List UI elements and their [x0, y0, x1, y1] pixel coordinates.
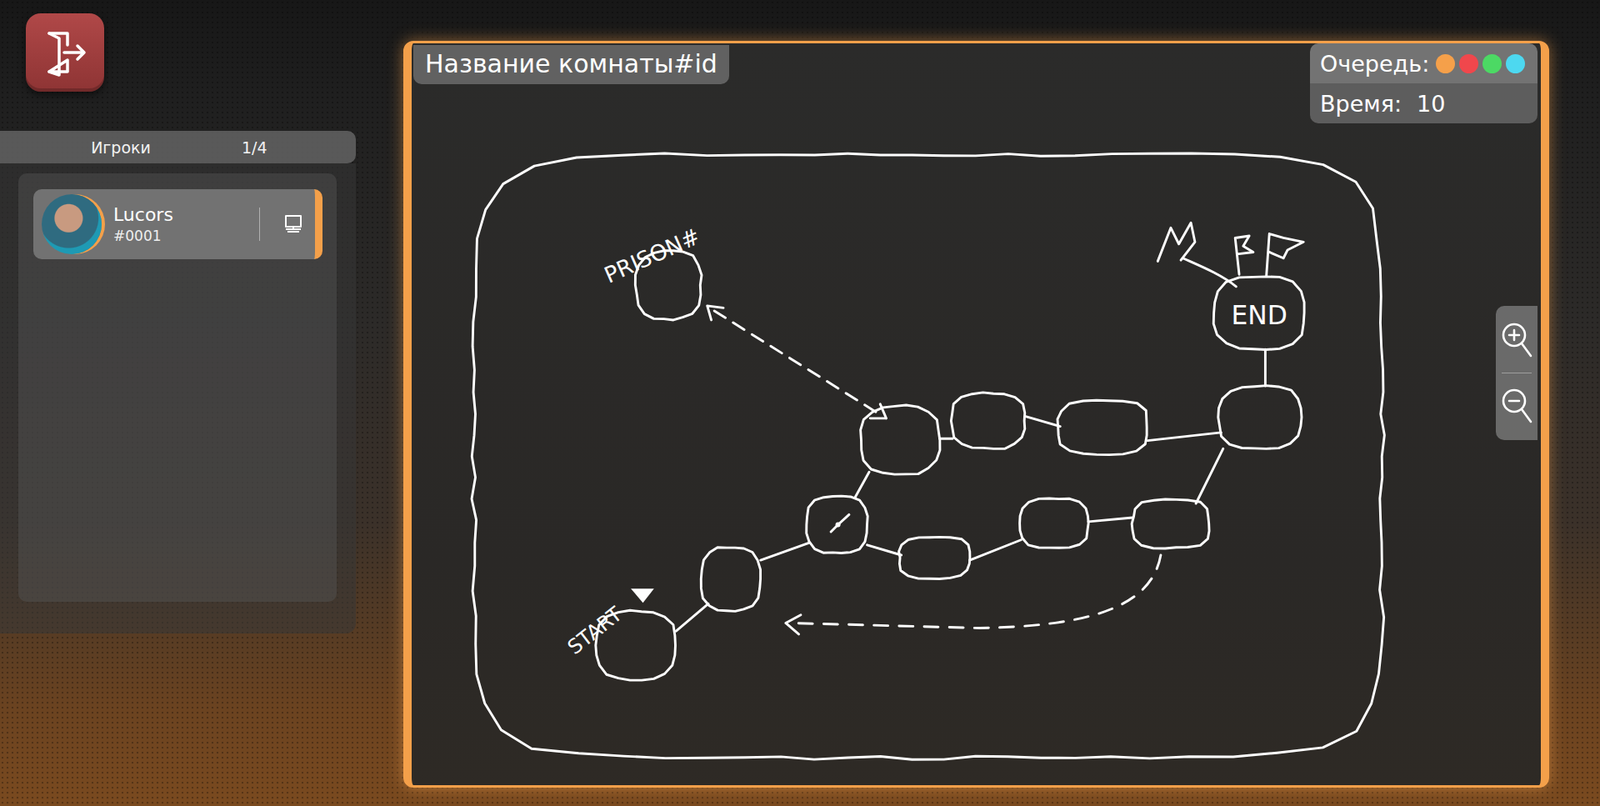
computer-icon [282, 213, 305, 235]
map-border [471, 153, 1385, 760]
end-node [1213, 276, 1305, 350]
map-node [899, 536, 970, 579]
game-board: PRISON# START END Название комнаты#id Очеред… [403, 40, 1550, 788]
player-tag: #0001 [113, 226, 248, 245]
players-list: Lucors#0001 [18, 173, 337, 602]
map-node [1131, 499, 1210, 549]
flag-icon [1266, 234, 1305, 277]
device-slot [271, 213, 315, 235]
map-node [950, 392, 1025, 449]
clock-icon [830, 514, 850, 532]
arrowhead-icon [707, 305, 887, 419]
zoom-out-button[interactable] [1497, 380, 1536, 432]
zoom-controls [1495, 305, 1538, 440]
start-label: START [563, 602, 627, 660]
players-panel: Lucors#0001 [0, 163, 356, 634]
queue-dot [1435, 54, 1455, 74]
queue-dots [1435, 54, 1525, 74]
crown-icon [1157, 222, 1236, 287]
return-arrow [790, 555, 1161, 629]
player-info: Lucors#0001 [113, 203, 248, 245]
queue-row: Очередь: [1310, 43, 1538, 84]
queue-dot [1505, 54, 1525, 74]
flag-icon [1235, 235, 1254, 275]
player-card[interactable]: Lucors#0001 [33, 189, 323, 260]
map-canvas: PRISON# START END [411, 43, 1541, 785]
timer-label: Время: [1320, 90, 1402, 117]
players-title: Игроки [0, 138, 242, 157]
map-node [860, 405, 940, 475]
zoom-in-icon [1500, 320, 1534, 360]
left-column: Игроки1/4 Lucors#0001 [0, 0, 356, 634]
players-header: Игроки1/4 [0, 130, 356, 164]
start-marker-icon [630, 588, 655, 603]
players-count: 1/4 [241, 138, 275, 157]
player-name: Lucors [113, 203, 248, 227]
timer-row: Время: 10 [1310, 83, 1538, 124]
timer-value: 10 [1416, 90, 1445, 117]
zoom-in-button[interactable] [1497, 314, 1536, 366]
map-node [700, 547, 760, 612]
map-node [1218, 385, 1302, 450]
map-node [1057, 400, 1147, 455]
exit-door-icon [39, 26, 91, 79]
arrowhead-icon [785, 615, 801, 635]
room-title: Название комнаты#id [413, 45, 730, 85]
exit-button[interactable] [25, 13, 105, 92]
prison-arrow [714, 310, 881, 415]
clock-node [806, 495, 868, 553]
queue-dot [1482, 54, 1502, 74]
queue-label: Очередь: [1320, 50, 1430, 77]
map-node [1020, 498, 1090, 548]
player-avatar [41, 194, 102, 255]
card-divider [259, 207, 260, 241]
turn-info: Очередь: Время: 10 [1310, 43, 1538, 124]
map-links [675, 349, 1265, 631]
zoom-separator [1501, 372, 1532, 374]
queue-dot [1459, 54, 1479, 74]
zoom-out-icon [1500, 386, 1534, 425]
prison-label: PRISON# [600, 222, 704, 288]
clock-center-icon [835, 521, 841, 527]
end-label: END [1230, 300, 1287, 330]
